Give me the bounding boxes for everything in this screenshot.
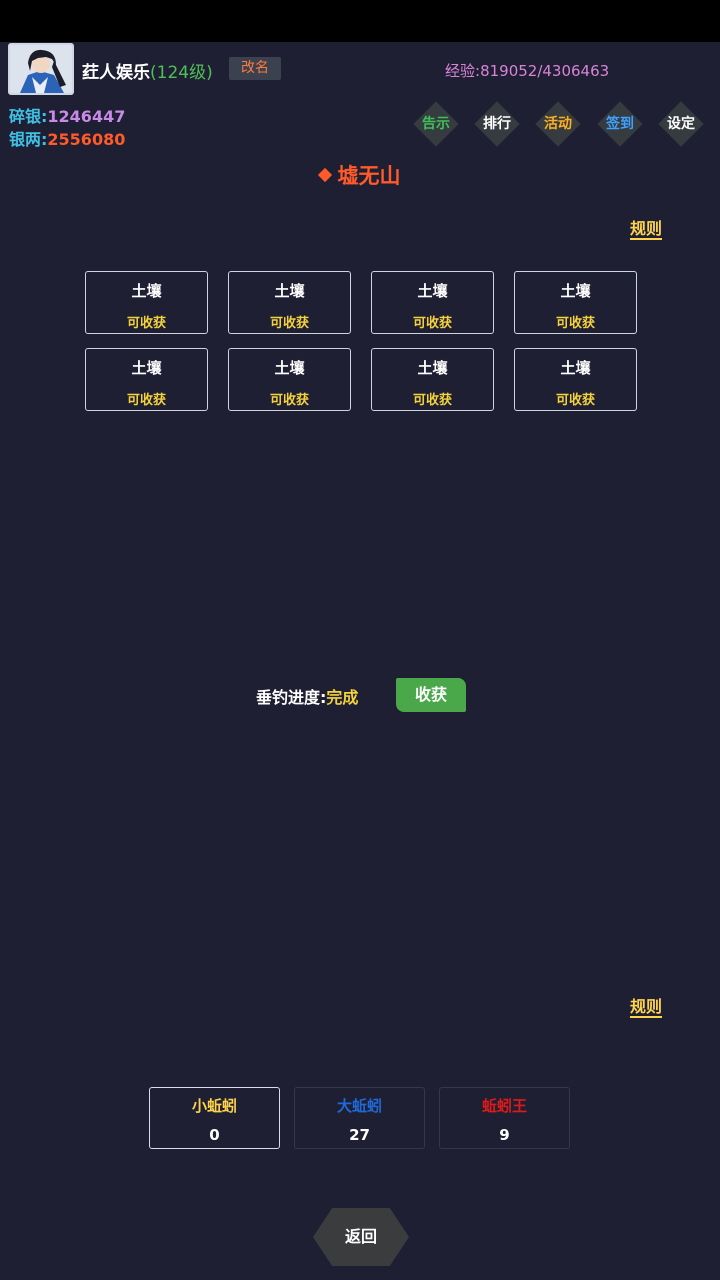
silver-taels: 银两:2556080: [9, 126, 125, 150]
experience-label: 经验:: [445, 62, 481, 80]
bait-name: 大蚯蚓: [336, 1097, 382, 1115]
silver-taels-label: 银两:: [9, 130, 48, 149]
bait-worm-king[interactable]: 蚯蚓王 9: [439, 1087, 570, 1149]
menu-checkin-label: 签到: [606, 116, 634, 132]
menu-checkin-button[interactable]: 签到: [595, 101, 645, 147]
fishing-progress-value: 完成: [326, 688, 359, 707]
menu-notice-label: 告示: [422, 116, 450, 132]
plot-name: 土壤: [560, 359, 591, 377]
soil-plot[interactable]: 土壤 可收获: [85, 348, 208, 411]
plot-state: 可收获: [412, 393, 452, 408]
plot-state: 可收获: [269, 393, 309, 408]
menu-ranking-label: 排行: [483, 116, 511, 132]
plot-state: 可收获: [555, 393, 595, 408]
player-level: (124级): [150, 63, 213, 83]
diamond-icon: [317, 167, 332, 183]
back-button[interactable]: 返回: [313, 1208, 409, 1266]
area-title-text: 墟无山: [337, 164, 401, 188]
silver-taels-value: 2556080: [47, 130, 126, 149]
soil-plot[interactable]: 土壤 可收获: [85, 271, 208, 334]
bait-count: 27: [349, 1126, 370, 1144]
menu-events-button[interactable]: 活动: [533, 101, 583, 147]
plot-name: 土壤: [274, 359, 305, 377]
silver-pieces-label: 碎银:: [9, 107, 48, 126]
bait-small-worm[interactable]: 小蚯蚓 0: [149, 1087, 280, 1149]
plot-name: 土壤: [417, 359, 448, 377]
plot-name: 土壤: [417, 282, 448, 300]
silver-pieces: 碎银:1246447: [9, 103, 125, 127]
player-avatar[interactable]: [8, 43, 74, 95]
plot-name: 土壤: [131, 359, 162, 377]
menu-events-label: 活动: [544, 116, 572, 132]
experience-value: 819052/4306463: [480, 62, 610, 80]
plot-state: 可收获: [555, 316, 595, 331]
silver-pieces-value: 1246447: [47, 107, 126, 126]
soil-plot[interactable]: 土壤 可收获: [371, 348, 494, 411]
menu-settings-label: 设定: [667, 116, 695, 132]
fishing-progress-label: 垂钓进度:: [256, 688, 327, 707]
status-bar: [0, 0, 720, 42]
soil-plot[interactable]: 土壤 可收获: [514, 271, 637, 334]
bait-count: 0: [209, 1126, 220, 1144]
bait-big-worm[interactable]: 大蚯蚓 27: [294, 1087, 425, 1149]
plot-state: 可收获: [269, 316, 309, 331]
player-name: 荭人娱乐(124级): [82, 58, 213, 83]
rules-link-bottom[interactable]: 规则: [630, 997, 663, 1018]
plot-state: 可收获: [126, 393, 166, 408]
plot-state: 可收获: [126, 316, 166, 331]
rename-button[interactable]: 改名: [229, 57, 281, 80]
bait-name: 小蚯蚓: [191, 1097, 237, 1115]
harvest-button[interactable]: 收获: [396, 678, 466, 712]
avatar-portrait: [10, 45, 72, 93]
plot-name: 土壤: [131, 282, 162, 300]
soil-plot[interactable]: 土壤 可收获: [514, 348, 637, 411]
soil-plot[interactable]: 土壤 可收获: [228, 271, 351, 334]
soil-plot[interactable]: 土壤 可收获: [228, 348, 351, 411]
back-button-label: 返回: [344, 1227, 377, 1246]
bait-count: 9: [499, 1126, 510, 1144]
plot-state: 可收获: [412, 316, 452, 331]
plot-name: 土壤: [274, 282, 305, 300]
menu-settings-button[interactable]: 设定: [656, 101, 706, 147]
fishing-progress: 垂钓进度:完成: [256, 684, 358, 708]
bait-name: 蚯蚓王: [481, 1097, 527, 1115]
area-title: 墟无山: [0, 160, 720, 190]
soil-plot[interactable]: 土壤 可收获: [371, 271, 494, 334]
plot-name: 土壤: [560, 282, 591, 300]
menu-ranking-button[interactable]: 排行: [472, 101, 522, 147]
rules-link-top[interactable]: 规则: [630, 219, 663, 240]
menu-notice-button[interactable]: 告示: [411, 101, 461, 147]
player-name-text: 荭人娱乐: [82, 63, 150, 83]
experience-readout: 经验:819052/4306463: [445, 60, 609, 81]
